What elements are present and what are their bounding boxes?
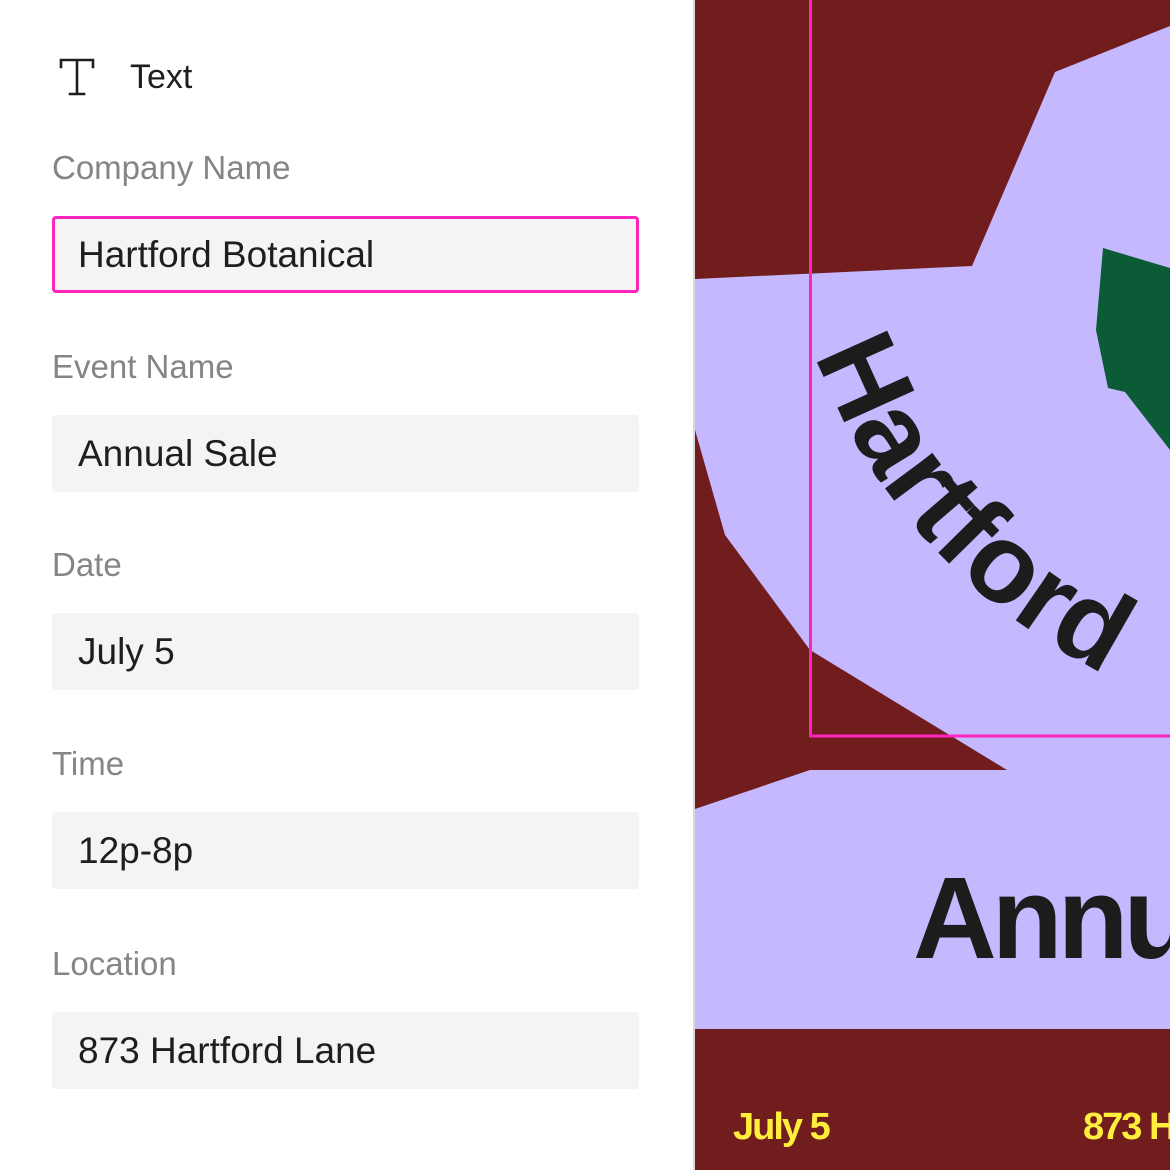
- company-name-input[interactable]: Hartford Botanical: [52, 216, 639, 293]
- date-field: Date July 5: [52, 543, 639, 690]
- poster-canvas[interactable]: Hartford Annu July 5 873 H: [695, 0, 1170, 1170]
- event-name-field: Event Name Annual Sale: [52, 345, 639, 492]
- poster-artwork: Hartford Annu July 5 873 H: [695, 0, 1170, 1170]
- event-name-input[interactable]: Annual Sale: [52, 415, 639, 492]
- section-title: Text: [130, 57, 193, 96]
- poster-location-text: 873 H: [1083, 1106, 1170, 1148]
- company-name-label: Company Name: [52, 149, 291, 186]
- location-label: Location: [52, 945, 177, 982]
- date-input[interactable]: July 5: [52, 613, 639, 690]
- time-input[interactable]: 12p-8p: [52, 812, 639, 889]
- text-type-icon: [59, 58, 95, 96]
- time-field: Time 12p-8p: [52, 742, 639, 889]
- event-name-text: Annu: [913, 853, 1170, 983]
- text-section-header: Text: [58, 55, 192, 99]
- event-name-label: Event Name: [52, 348, 234, 385]
- company-name-field: Company Name Hartford Botanical: [52, 146, 639, 293]
- time-label: Time: [52, 745, 125, 782]
- location-field: Location 873 Hartford Lane: [52, 942, 639, 1089]
- properties-panel: Text Company Name Hartford Botanical Eve…: [0, 0, 693, 1170]
- location-input[interactable]: 873 Hartford Lane: [52, 1012, 639, 1089]
- poster-date-text: July 5: [733, 1106, 831, 1148]
- date-label: Date: [52, 546, 122, 583]
